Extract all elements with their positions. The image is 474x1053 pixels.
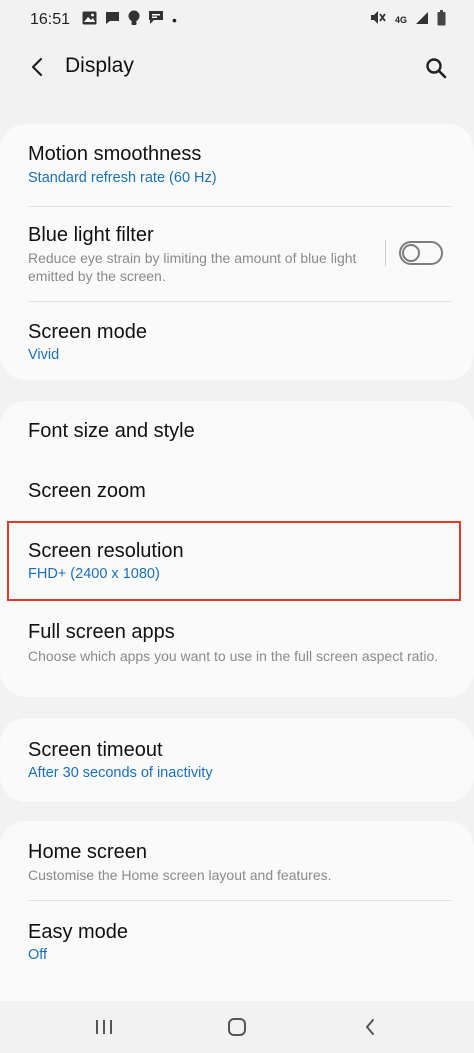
status-left: 16:51 • xyxy=(30,10,177,31)
back-icon xyxy=(31,57,43,77)
resolution-highlight-box xyxy=(7,521,461,601)
battery-icon xyxy=(437,9,446,31)
item-title: Motion smoothness xyxy=(28,143,202,165)
message-icon xyxy=(105,10,120,30)
status-time: 16:51 xyxy=(30,11,71,28)
item-title: Screen timeout xyxy=(28,739,163,761)
setting-screen-mode[interactable]: Screen mode Vivid xyxy=(0,302,474,380)
image-icon xyxy=(82,11,97,30)
item-description: Customise the Home screen layout and fea… xyxy=(28,867,332,883)
bulb-icon xyxy=(128,10,140,31)
item-title: Screen zoom xyxy=(28,480,146,502)
chat-icon xyxy=(148,10,164,30)
item-title: Home screen xyxy=(28,841,147,863)
recents-icon xyxy=(96,1020,112,1034)
item-title: Font size and style xyxy=(28,420,195,442)
status-bar: 16:51 • 4G xyxy=(0,0,474,40)
item-subtitle: Standard refresh rate (60 Hz) xyxy=(28,170,217,186)
search-icon xyxy=(426,58,447,79)
page-title: Display xyxy=(65,54,134,77)
home-icon xyxy=(228,1018,246,1036)
app-bar: Display xyxy=(0,40,474,94)
recents-button[interactable] xyxy=(89,1012,119,1042)
nav-back-icon xyxy=(366,1019,374,1035)
setting-screen-zoom[interactable]: Screen zoom xyxy=(0,461,474,521)
item-subtitle: After 30 seconds of inactivity xyxy=(28,765,213,781)
item-subtitle: Off xyxy=(28,947,48,963)
setting-motion-smoothness[interactable]: Motion smoothness Standard refresh rate … xyxy=(0,124,474,202)
item-title: Blue light filter xyxy=(28,224,154,246)
blue-light-toggle[interactable] xyxy=(399,241,443,265)
setting-screen-timeout[interactable]: Screen timeout After 30 seconds of inact… xyxy=(0,718,474,802)
item-title: Full screen apps xyxy=(28,621,175,643)
signal-icon xyxy=(415,11,429,30)
network-type: 4G xyxy=(394,14,407,25)
status-right: 4G xyxy=(370,9,446,31)
mute-icon xyxy=(370,10,387,30)
toggle-separator xyxy=(385,240,386,266)
item-description: Reduce eye strain by limiting the amount… xyxy=(28,250,357,284)
navigation-bar xyxy=(0,1000,474,1053)
home-button[interactable] xyxy=(222,1012,252,1042)
item-subtitle: Vivid xyxy=(28,347,60,363)
search-button[interactable] xyxy=(420,52,452,84)
item-title: Easy mode xyxy=(28,921,129,943)
notification-dot: • xyxy=(172,12,177,28)
item-description: Choose which apps you want to use in the… xyxy=(28,648,439,664)
setting-easy-mode[interactable]: Easy mode Off xyxy=(0,901,474,981)
setting-font-size-style[interactable]: Font size and style xyxy=(0,401,474,461)
back-button[interactable] xyxy=(22,52,52,82)
setting-home-screen[interactable]: Home screen Customise the Home screen la… xyxy=(0,821,474,901)
system-back-button[interactable] xyxy=(355,1012,385,1042)
setting-full-screen-apps[interactable]: Full screen apps Choose which apps you w… xyxy=(0,601,474,697)
item-title: Screen mode xyxy=(28,321,147,343)
toggle-knob xyxy=(402,244,420,262)
